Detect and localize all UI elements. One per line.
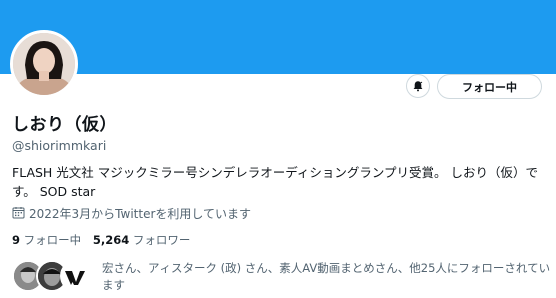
followers-stat-link[interactable]: 5,264 フォロワー — [93, 233, 191, 247]
follower-avatars — [12, 260, 94, 292]
followers-label: フォロワー — [132, 233, 191, 247]
profile-name: しおり（仮） — [12, 115, 117, 135]
profile-avatar[interactable] — [10, 30, 78, 98]
following-count: 9 — [12, 233, 21, 247]
calendar-icon — [12, 206, 25, 222]
joined-date: 2022年3月からTwitterを利用しています — [12, 205, 251, 222]
following-button[interactable]: フォロー中 — [437, 74, 542, 99]
profile-stats: 9 フォロー中 5,264 フォロワー — [12, 232, 198, 248]
profile-handle: @shiorimmkari — [12, 138, 107, 153]
following-stat-link[interactable]: 9 フォロー中 — [12, 233, 85, 247]
profile-bio: FLASH 光文社 マジックミラー号シンデレラオーディショングランプリ受賞。 し… — [12, 165, 538, 199]
followers-you-know-text: 宏さん、アィスターク (政) さん、素人AV動画まとめさん、他25人にフォローさ… — [102, 261, 551, 292]
profile-banner[interactable] — [0, 0, 556, 74]
followers-count: 5,264 — [92, 233, 130, 247]
bell-icon — [412, 77, 424, 96]
notifications-bell-button[interactable] — [406, 74, 430, 98]
joined-text: 2022年3月からTwitterを利用しています — [29, 207, 252, 221]
follower-avatar — [60, 260, 92, 292]
following-label: フォロー中 — [23, 233, 82, 247]
followers-you-know[interactable]: 宏さん、アィスターク (政) さん、素人AV動画まとめさん、他25人にフォローさ… — [12, 258, 552, 294]
